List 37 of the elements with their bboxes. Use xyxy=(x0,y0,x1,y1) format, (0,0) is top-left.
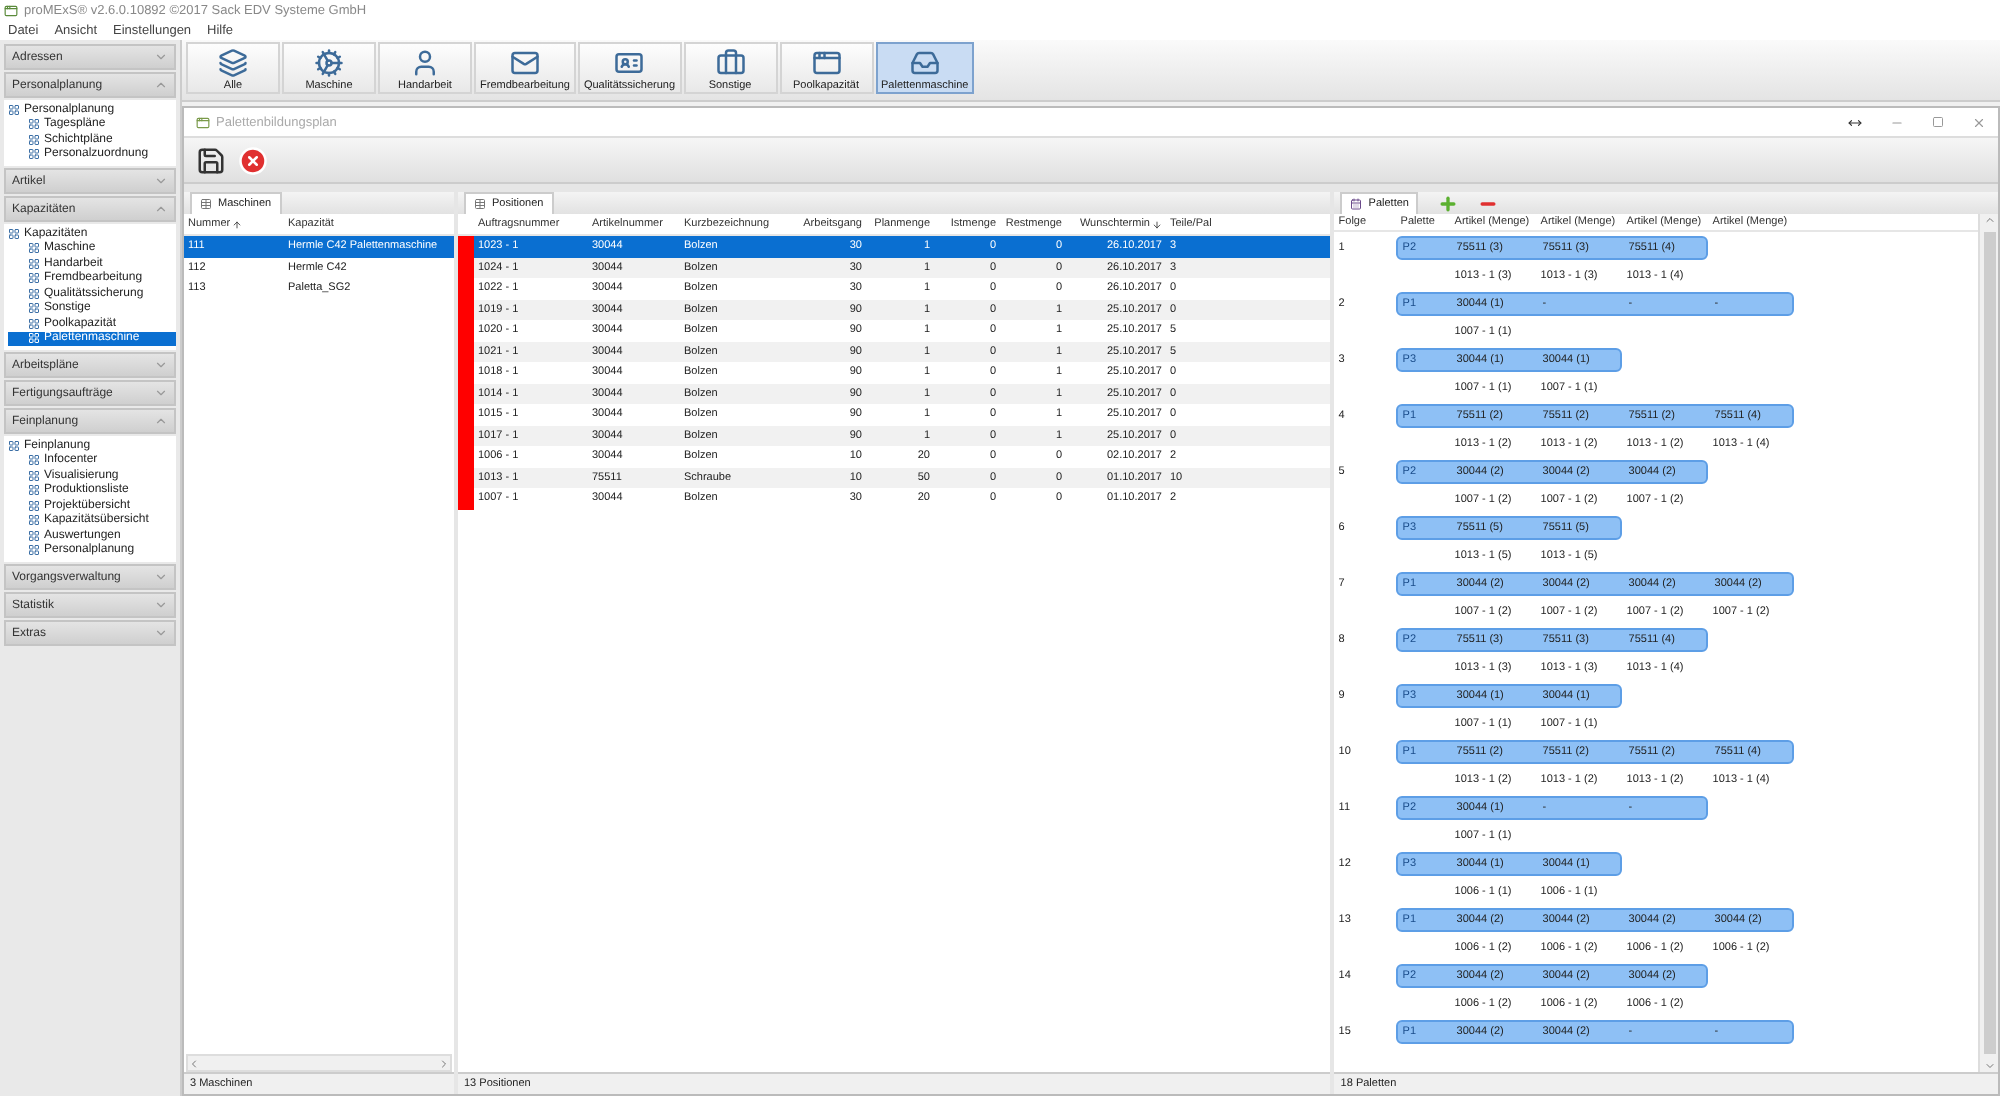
chevron-down-icon xyxy=(154,50,168,64)
sort-icon xyxy=(1152,219,1162,229)
table-icon xyxy=(474,198,486,210)
add-button[interactable] xyxy=(1438,194,1459,214)
chevron-up-icon xyxy=(154,78,168,92)
ribbon-icon xyxy=(314,48,344,78)
sort-icon xyxy=(232,219,243,229)
calendar-icon xyxy=(1350,198,1363,210)
window-icon xyxy=(196,115,210,129)
scrollbar[interactable] xyxy=(186,1054,452,1072)
resize-icon[interactable] xyxy=(1848,115,1862,129)
ribbon-icon xyxy=(410,48,440,78)
chevron-left-icon[interactable] xyxy=(188,1057,200,1069)
chevron-down-icon[interactable] xyxy=(1983,1060,1995,1072)
chevron-down-icon xyxy=(154,174,168,188)
ribbon-icon xyxy=(614,48,645,78)
ribbon-icon xyxy=(509,48,540,78)
chevron-right-icon[interactable] xyxy=(438,1057,450,1069)
tile-icon xyxy=(8,439,20,452)
ribbon-icon xyxy=(909,48,940,78)
chevron-up-icon xyxy=(154,202,168,216)
close-icon[interactable] xyxy=(1972,115,1986,129)
app-icon xyxy=(4,3,18,17)
plus-icon xyxy=(1438,194,1459,214)
ribbon-icon xyxy=(811,48,842,78)
maximize-icon[interactable] xyxy=(1932,116,1944,128)
save-button[interactable] xyxy=(196,145,226,175)
tile-icon xyxy=(8,227,20,240)
chevron-up-icon xyxy=(154,414,168,428)
cross-circle-icon xyxy=(238,145,268,175)
table-icon xyxy=(200,198,212,210)
tile-icon xyxy=(8,103,20,116)
ribbon-icon xyxy=(715,48,746,78)
scrollbar[interactable] xyxy=(1978,214,1998,1072)
chevron-up-icon[interactable] xyxy=(1983,214,1995,226)
cancel-button[interactable] xyxy=(238,145,268,175)
ribbon-icon xyxy=(218,48,248,78)
